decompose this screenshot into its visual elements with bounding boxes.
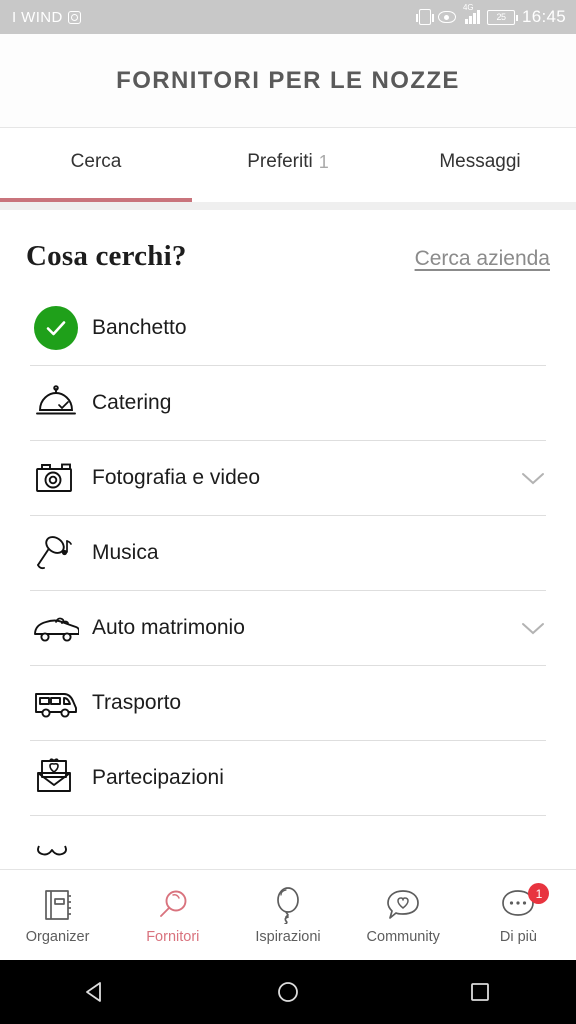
search-section-header: Cosa cerchi? Cerca azienda [0,210,576,291]
bottom-navigation: Organizer Fornitori Ispirazioni Communit… [0,869,576,960]
nav-label: Fornitori [146,929,200,945]
category-row-partecipazioni[interactable]: Partecipazioni [30,741,546,816]
nav-item-organizer[interactable]: Organizer [0,885,115,945]
check-circle-icon [30,305,82,351]
category-list: Banchetto Catering Fotografia e video Mu… [0,291,576,869]
balloon-icon [270,885,306,925]
category-label: Trasporto [92,691,182,714]
search-prompt-title: Cosa cerchi? [26,240,187,272]
battery-level-label: 25 [496,12,506,22]
carrier-label: I WIND [12,9,81,26]
tab-preferiti-count: 1 [318,151,329,172]
recents-square-icon[interactable] [385,979,575,1005]
category-scroll-area[interactable]: Cosa cerchi? Cerca azienda Banchetto Cat… [0,210,576,869]
category-row-trasporto[interactable]: Trasporto [30,666,546,741]
microphone-music-icon [30,530,82,576]
page-title: FORNITORI PER LE NOZZE [116,66,460,94]
camera-icon [67,10,81,24]
magnifier-icon [155,885,191,925]
nav-label: Community [366,929,440,945]
category-label: Musica [92,541,159,564]
network-type-label: 4G [462,3,474,12]
category-label: Catering [92,391,172,414]
tab-bar: Cerca Preferiti 1 Messaggi [0,128,576,202]
category-row-auto-matrimonio[interactable]: Auto matrimonio [30,591,546,666]
category-row-fotografia-e-video[interactable]: Fotografia e video [30,441,546,516]
nav-item-ispirazioni[interactable]: Ispirazioni [230,885,345,945]
back-triangle-icon[interactable] [1,979,191,1005]
status-bar: I WIND 4G 25 16:45 [0,0,576,34]
more-dots-icon: 1 [499,883,550,925]
tab-messaggi-label: Messaggi [439,151,521,172]
category-row-catering[interactable]: Catering [30,366,546,441]
nav-item-di-piu[interactable]: 1 Di più [461,883,576,945]
category-row-banchetto[interactable]: Banchetto [30,291,546,366]
search-company-link[interactable]: Cerca azienda [415,247,550,271]
category-label: Fotografia e video [92,466,261,489]
camera-icon [30,455,82,501]
bow-icon [30,830,82,869]
nav-badge: 1 [528,883,550,904]
carrier-name: I WIND [12,8,63,26]
active-tab-indicator [0,198,192,202]
speech-bubble-heart-icon [384,885,422,925]
category-label: Banchetto [92,316,187,339]
envelope-heart-icon [30,755,82,801]
clock-label: 16:45 [521,7,566,26]
category-label: Auto matrimonio [92,616,245,639]
status-icons: 4G 25 16:45 [415,4,566,27]
chevron-down-icon[interactable] [520,470,546,486]
bus-icon [30,680,82,726]
chevron-down-icon[interactable] [520,620,546,636]
battery-icon: 25 [486,9,518,25]
nav-item-community[interactable]: Community [346,885,461,945]
category-row-partial[interactable] [30,816,546,869]
nav-label: Di più [499,929,537,945]
tab-cerca[interactable]: Cerca [0,128,192,202]
car-icon [30,605,82,651]
notebook-icon [40,885,76,925]
home-circle-icon[interactable] [193,979,383,1005]
section-divider [0,202,576,210]
system-navigation-bar [0,960,576,1024]
tab-preferiti-label: Preferiti [247,151,313,172]
tab-messaggi[interactable]: Messaggi [384,128,576,202]
cloche-icon [30,380,82,426]
nav-label: Organizer [25,929,90,945]
signal-icon: 4G [463,4,480,24]
app-header: FORNITORI PER LE NOZZE [0,34,576,128]
tab-cerca-label: Cerca [70,151,122,172]
tab-preferiti[interactable]: Preferiti 1 [192,128,384,202]
nav-item-fornitori[interactable]: Fornitori [115,885,230,945]
category-row-musica[interactable]: Musica [30,516,546,591]
nav-label: Ispirazioni [255,929,321,945]
category-label: Partecipazioni [92,766,224,789]
eye-icon [437,11,456,23]
vibrate-icon [415,9,434,25]
